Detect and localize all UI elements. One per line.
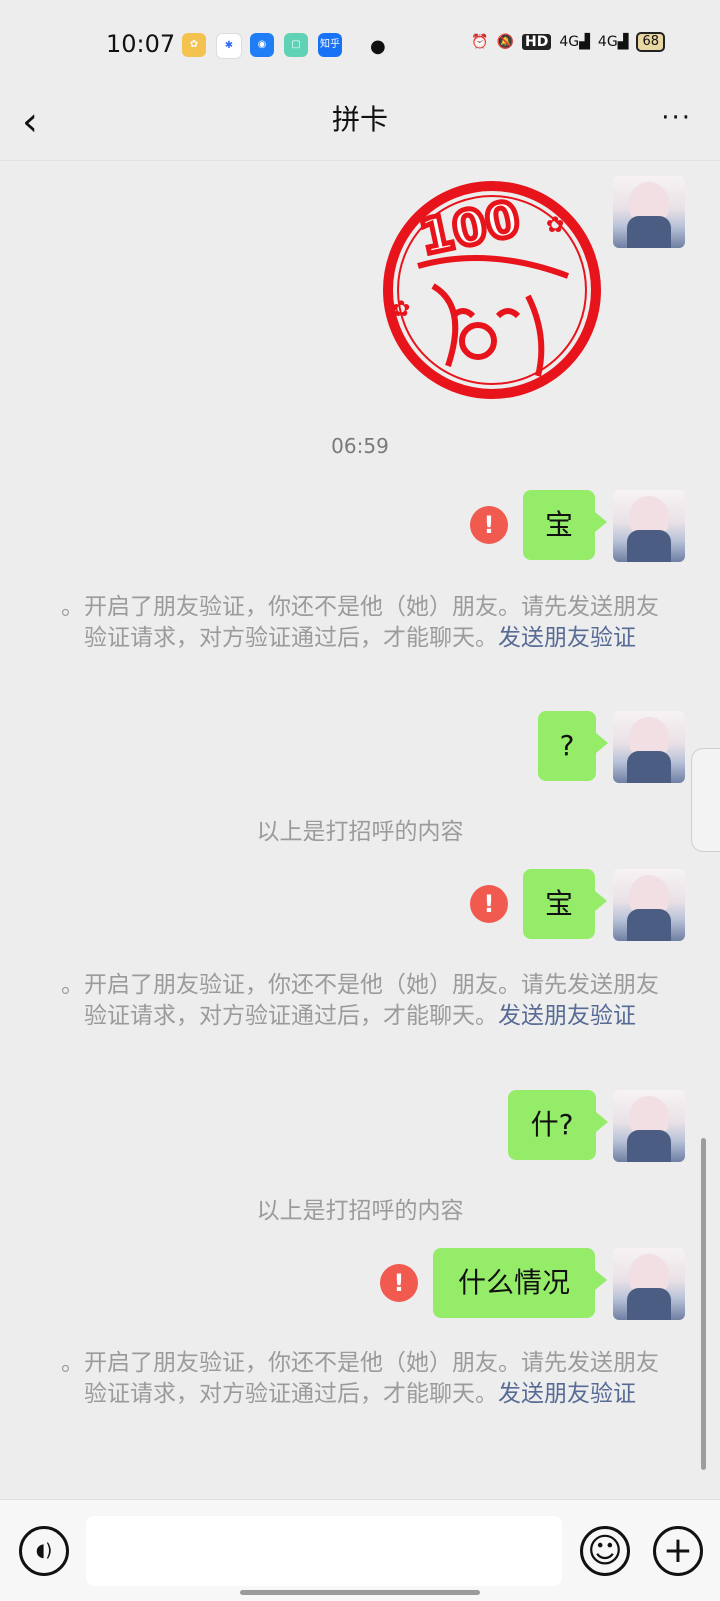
message-bubble[interactable]: 什? [508,1090,608,1160]
signal-icon-1: 4G▟ [559,34,590,50]
message-bubble[interactable]: 什么情况 [433,1248,607,1318]
message-bubble[interactable]: 宝 [523,490,607,560]
send-verification-link[interactable]: 发送朋友验证 [498,1003,636,1029]
message-input[interactable] [86,1516,562,1586]
svg-text:✿: ✿ [392,297,410,322]
green-app-icon: ▢ [284,33,308,57]
alarm-icon: ⏰ [471,34,489,50]
avatar[interactable] [613,711,685,783]
send-failed-icon[interactable]: ! [470,885,508,923]
avatar[interactable] [613,176,685,248]
send-failed-icon[interactable]: ! [470,506,508,544]
mute-bell-icon: 🔕 [496,34,515,50]
message-timestamp: 06:59 [331,434,389,458]
avatar[interactable] [613,1248,685,1320]
qq-icon: ◉ [250,33,274,57]
message-bubble[interactable]: ? [538,711,608,781]
avatar[interactable] [613,1090,685,1162]
signal-icon-2: 4G▟ [597,34,629,50]
chat-title: 拼卡 [331,103,388,136]
input-bar: ◖) ☺ + [0,1499,720,1601]
plus-icon[interactable]: + [653,1526,703,1576]
greeting-note: 以上是打招呼的内容 [256,819,464,845]
verification-notice: 。开启了朋友验证，你还不是他（她）朋友。请先发送朋友验证请求，对方验证通过后，才… [61,1350,659,1407]
status-time: 10:07 [106,30,176,58]
send-verification-link[interactable]: 发送朋友验证 [498,625,636,651]
svg-text:✿: ✿ [546,213,564,238]
notification-dot: ● [370,36,386,57]
emoji-icon[interactable]: ☺ [580,1526,630,1576]
hd-icon: HD [522,34,552,50]
battery-indicator: 68 [636,32,665,52]
scrollbar[interactable] [701,1138,706,1470]
photo-app-icon: ✿ [182,33,206,57]
send-verification-link[interactable]: 发送朋友验证 [498,1381,636,1407]
avatar[interactable] [613,490,685,562]
chat-header: ‹ 拼卡 ··· [0,92,720,161]
message-bubble[interactable]: 宝 [523,869,607,939]
status-bar: 10:07 ✿ ✱ ◉ ▢ 知乎 ● ⏰ 🔕 HD 4G▟ 4G▟ 68 [0,0,720,92]
status-right-group: ⏰ 🔕 HD 4G▟ 4G▟ 68 [471,32,665,52]
zhihu-icon: 知乎 [318,33,342,57]
verification-notice: 。开启了朋友验证，你还不是他（她）朋友。请先发送朋友验证请求，对方验证通过后，才… [61,972,659,1029]
more-options-button[interactable]: ··· [661,96,692,140]
home-indicator[interactable] [240,1590,480,1595]
voice-input-icon[interactable]: ◖) [19,1526,69,1576]
baidu-icon: ✱ [216,33,242,59]
send-failed-icon[interactable]: ! [380,1264,418,1302]
stamp-sticker[interactable]: 100 ✿ ✿ [378,176,606,404]
greeting-note: 以上是打招呼的内容 [256,1198,464,1224]
side-drawer-handle[interactable] [691,748,720,852]
verification-notice: 。开启了朋友验证，你还不是他（她）朋友。请先发送朋友验证请求，对方验证通过后，才… [61,594,659,651]
avatar[interactable] [613,869,685,941]
